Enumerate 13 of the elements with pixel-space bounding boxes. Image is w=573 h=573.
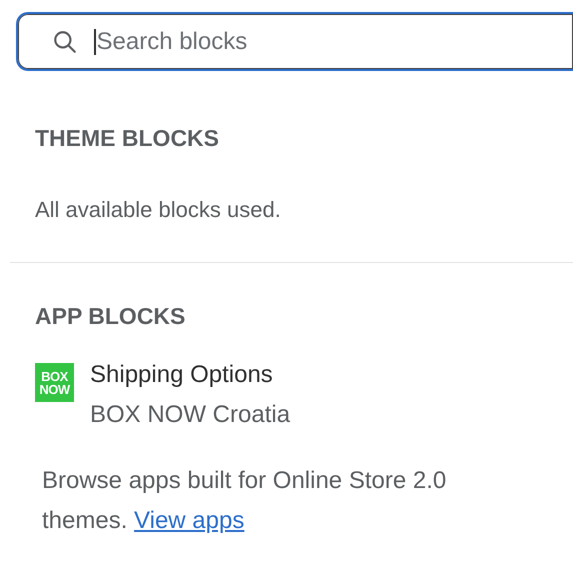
search-icon — [52, 28, 78, 54]
section-heading: THEME BLOCKS — [35, 124, 220, 153]
app-block-title: Shipping Options — [90, 360, 274, 390]
empty-message: All available blocks used. — [35, 196, 282, 224]
app-name: BOX NOW Croatia — [90, 400, 290, 430]
view-apps-link[interactable]: View apps — [134, 507, 244, 534]
search-placeholder: Search blocks — [96, 26, 248, 56]
app-block-item[interactable]: BOX NOW Shipping Options BOX NOW Croatia — [35, 361, 573, 435]
app-logo: BOX NOW — [35, 363, 74, 402]
section-heading: APP BLOCKS — [35, 302, 186, 331]
browse-apps-text: Browse apps built for Online Store 2.0 themes. View apps — [42, 466, 448, 536]
search-field[interactable]: Search blocks — [16, 12, 573, 71]
text-cursor — [94, 28, 96, 54]
